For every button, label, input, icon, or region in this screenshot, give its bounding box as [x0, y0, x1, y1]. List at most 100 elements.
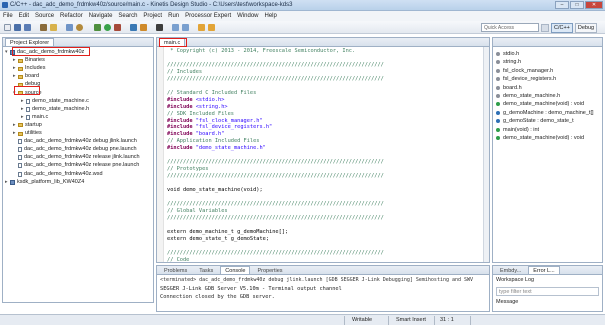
editor-scrollbar[interactable] [483, 47, 489, 262]
highlight-project [12, 47, 90, 56]
outline-member-icon [496, 119, 500, 124]
outline-list: stdio.h string.h fsl_clock_manager.h fsl_de… [493, 50, 602, 262]
processor-expert-icon[interactable] [130, 24, 137, 31]
code-area[interactable]: * Copyright (c) 2013 - 2014, Freescale S… [167, 48, 483, 263]
file-icon [18, 139, 22, 145]
flash-icon[interactable] [140, 24, 147, 31]
outline-member-icon [496, 102, 500, 107]
save-all-icon[interactable] [24, 24, 31, 31]
search-icon[interactable] [76, 24, 83, 31]
tab-properties[interactable]: Properties [252, 266, 287, 274]
menu-refactor[interactable]: Refactor [57, 13, 86, 19]
outline-item[interactable]: demo_state_machine.h [496, 92, 560, 100]
save-icon[interactable] [14, 24, 21, 31]
tree-item[interactable]: ▸ Includes [13, 65, 46, 72]
tree-item[interactable]: ▸ demo_state_machine.c [21, 98, 89, 105]
file-icon [18, 171, 22, 177]
build-icon[interactable] [40, 24, 47, 31]
outline-item-label: main(void) : int [503, 126, 540, 133]
tree-item[interactable]: ▸ startup [13, 122, 42, 129]
folder-icon [18, 58, 23, 63]
outline-item[interactable]: demo_state_machine(void) : void [496, 134, 584, 142]
tree-item[interactable]: dac_adc_demo_frdmkw40z debug jlink.launc… [13, 138, 137, 145]
close-button[interactable]: ✕ [585, 1, 603, 9]
folder-icon [18, 74, 23, 79]
code-line: // SDK Included Files [167, 110, 234, 117]
code-line: ////////////////////////////////////////… [167, 75, 384, 82]
menu-processor-expert[interactable]: Processor Expert [182, 13, 234, 19]
quick-access-input[interactable]: Quick Access [481, 23, 539, 32]
console-output-line: SEGGER J-Link GDB Server V5.10m - Termin… [160, 286, 342, 292]
next-annotation-icon[interactable] [172, 24, 179, 31]
tree-item[interactable]: dac_adc_demo_frdmkw40z release jlink.lau… [13, 154, 140, 161]
outline-item[interactable]: demo_state_machine(void) : void [496, 100, 584, 108]
perspective-debug[interactable]: Debug [574, 22, 598, 33]
code-line: ////////////////////////////////////////… [167, 200, 384, 207]
outline-item[interactable]: string.h [496, 58, 521, 66]
tree-item[interactable]: dac_adc_demo_frdmkw40z release pne.launc… [13, 162, 139, 169]
run-icon[interactable] [104, 24, 111, 31]
file-icon [18, 147, 22, 153]
tree-item[interactable]: dac_adc_demo_frdmkw40z debug pne.launch [13, 146, 137, 153]
tree-item-label: dac_adc_demo_frdmkw40z release jlink.lau… [24, 154, 140, 161]
outline-item[interactable]: g_demoState : demo_state_t [496, 117, 574, 125]
open-type-icon[interactable] [66, 24, 73, 31]
menu-edit[interactable]: Edit [16, 13, 32, 19]
perspective-cpp[interactable]: C/C++ [551, 22, 573, 33]
external-tools-icon[interactable] [114, 24, 121, 31]
workspace-log-title: Workspace Log [496, 277, 535, 283]
code-line: ////////////////////////////////////////… [167, 159, 384, 166]
tree-item[interactable]: ▸ main.c [21, 114, 48, 121]
menu-source[interactable]: Source [32, 13, 57, 19]
tree-item-label: ksdk_platform_lib_KW40Z4 [17, 178, 85, 185]
log-filter-input[interactable]: type filter text [496, 287, 599, 296]
tab-console[interactable]: Console [220, 266, 251, 274]
title-bar: C/C++ - dac_adc_demo_frdmkw40z/source/ma… [0, 0, 605, 11]
minimize-button[interactable]: – [555, 1, 569, 9]
code-line: ////////////////////////////////////////… [167, 249, 384, 256]
menu-file[interactable]: File [0, 13, 16, 19]
menu-window[interactable]: Window [234, 13, 261, 19]
tab-tasks[interactable]: Tasks [194, 266, 218, 274]
menu-search[interactable]: Search [115, 13, 140, 19]
tab-embedded[interactable]: Embdy... [495, 266, 526, 274]
outline-item-label: fsl_clock_manager.h [503, 67, 554, 74]
menu-project[interactable]: Project [140, 13, 165, 19]
outline-item[interactable]: stdio.h [496, 50, 519, 58]
tree-item[interactable]: ▸ utilities [13, 130, 42, 137]
tree-item[interactable]: dac_adc_demo_frdmkw40z.wsd [13, 171, 103, 178]
outline-tab[interactable] [495, 38, 535, 46]
outline-item[interactable]: g_demoMachine : demo_machine_t[] [496, 109, 594, 117]
menu-navigate[interactable]: Navigate [86, 13, 116, 19]
new-project-icon[interactable] [50, 24, 57, 31]
outline-item[interactable]: main(void) : int [496, 126, 539, 134]
tab-error-log[interactable]: Error L... [528, 266, 560, 274]
log-message-column[interactable]: Message [496, 299, 518, 305]
open-perspective-icon[interactable] [541, 23, 549, 32]
tab-project-explorer[interactable]: Project Explorer [5, 38, 55, 46]
tree-item[interactable]: ▸ demo_state_machine.h [21, 106, 89, 113]
tree-item-label: Includes [25, 65, 46, 72]
tree-item[interactable]: ▸ board [13, 73, 39, 80]
tree-item-label: demo_state_machine.h [32, 105, 90, 112]
outline-item[interactable]: fsl_clock_manager.h [496, 67, 553, 75]
outline-item[interactable]: board.h [496, 84, 522, 92]
menu-help[interactable]: Help [262, 13, 280, 19]
tree-item-label: Binaries [25, 57, 45, 64]
terminal-icon[interactable] [156, 24, 163, 31]
debug-icon[interactable] [94, 24, 101, 31]
previous-annotation-icon[interactable] [182, 24, 189, 31]
code-line: #include "board.h" [167, 131, 225, 138]
new-icon[interactable] [4, 24, 11, 31]
back-icon[interactable] [198, 24, 205, 31]
maximize-button[interactable]: □ [570, 1, 584, 9]
code-line: // Includes [167, 68, 203, 75]
tree-item[interactable]: ▸ Binaries [13, 57, 45, 64]
tab-problems[interactable]: Problems [159, 266, 192, 274]
window-title: C/C++ - dac_adc_demo_frdmkw40z/source/ma… [10, 2, 293, 8]
tree-item[interactable]: ▸ ksdk_platform_lib_KW40Z4 [5, 179, 84, 186]
menu-run[interactable]: Run [165, 13, 182, 19]
project-icon [10, 179, 15, 185]
outline-item[interactable]: fsl_device_registers.h [496, 75, 556, 83]
forward-icon[interactable] [208, 24, 215, 31]
